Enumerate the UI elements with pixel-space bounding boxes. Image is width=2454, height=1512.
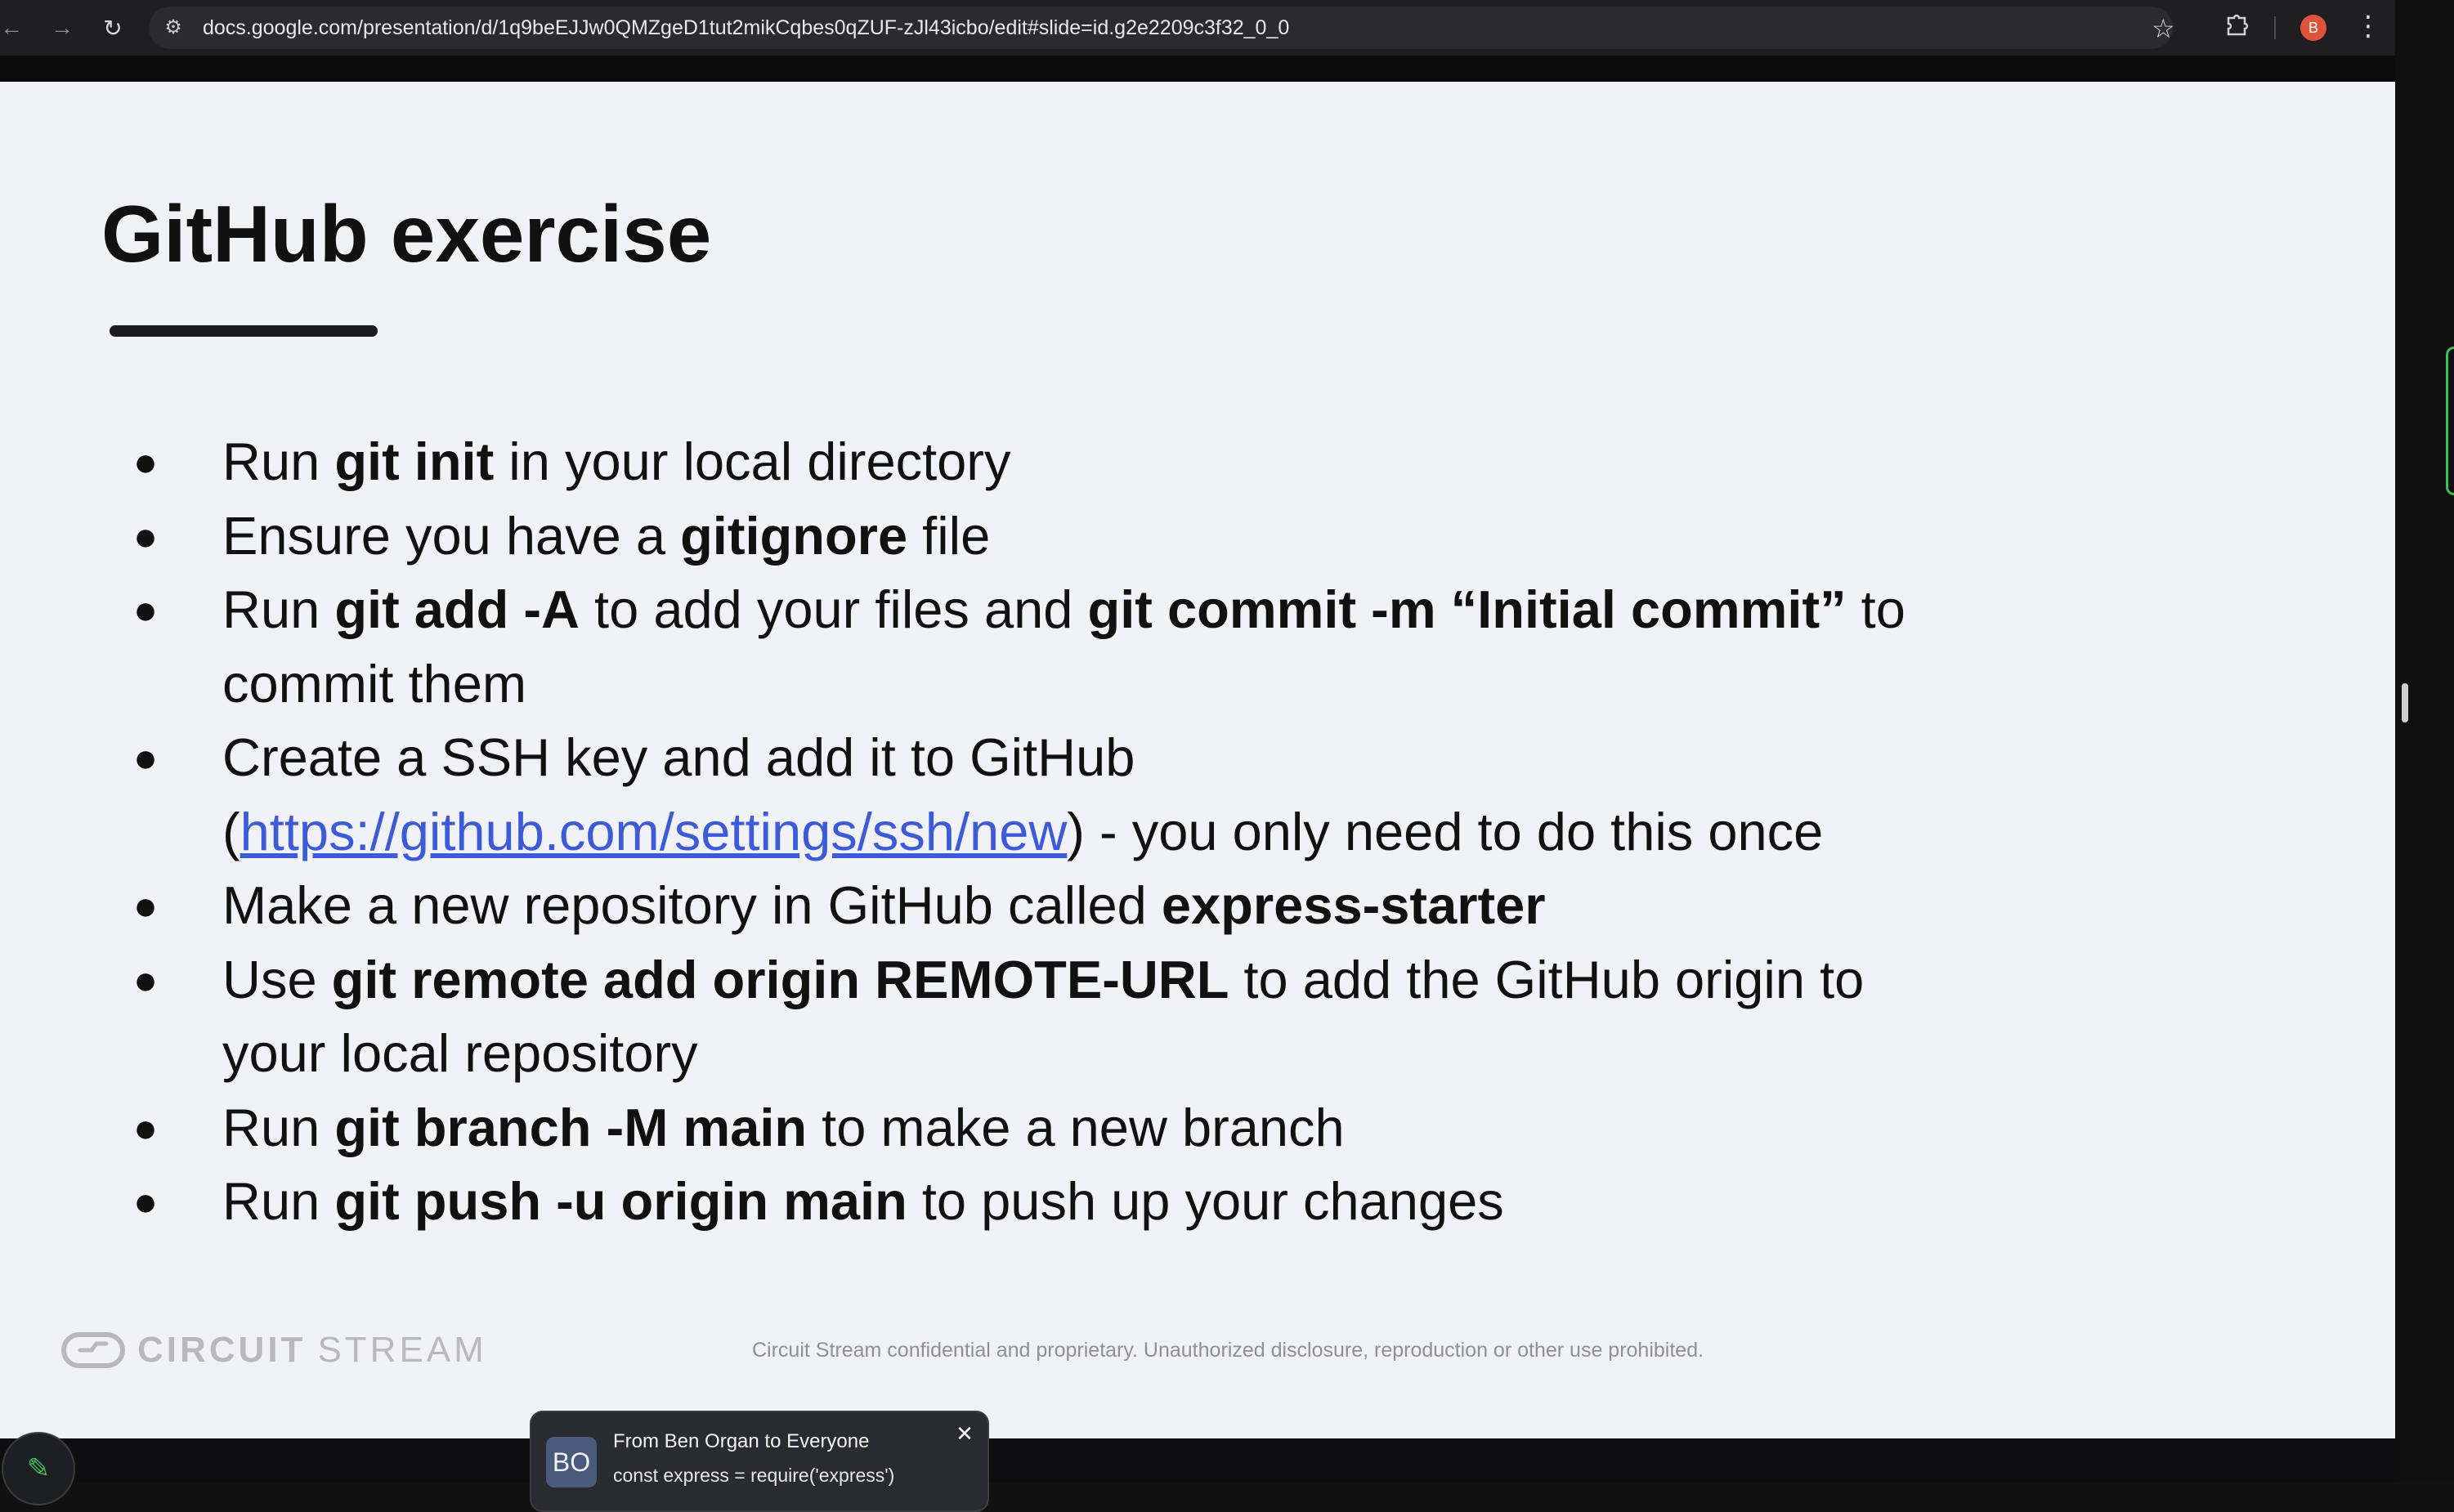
bullet-icon: ●: [132, 512, 159, 559]
text: to add the GitHub origin to: [1229, 949, 1865, 1009]
list-item: ● Run git add -A to add your files and g…: [131, 573, 2223, 721]
text: ) - you only need to do this once: [1067, 801, 1824, 861]
command-text: git add -A: [334, 579, 580, 639]
text: in your local directory: [494, 432, 1011, 491]
text: Run: [222, 1171, 335, 1231]
text: Make a new repository in GitHub called: [222, 875, 1162, 935]
bullet-icon: ●: [132, 883, 159, 928]
text: Use: [222, 949, 332, 1009]
text: to push up your changes: [907, 1171, 1504, 1231]
pencil-icon[interactable]: ✎: [2, 1432, 75, 1505]
confidential-notice: Circuit Stream confidential and propriet…: [752, 1339, 1704, 1362]
list-item: ● Run git branch -M main to make a new b…: [131, 1091, 2223, 1165]
url-text[interactable]: docs.google.com/presentation/d/1q9beEJJw…: [203, 7, 1289, 49]
chat-sender: From Ben Organ to Everyone: [613, 1430, 870, 1452]
bullet-icon: ●: [132, 587, 159, 633]
logo-text-circuit: CIRCUIT: [137, 1330, 307, 1370]
profile-avatar[interactable]: B: [2300, 15, 2326, 41]
command-text: git commit -m “Initial commit”: [1087, 579, 1847, 639]
text: Run: [222, 1097, 335, 1157]
command-text: express-starter: [1161, 875, 1546, 935]
text: to add your files and: [580, 579, 1088, 639]
command-text: gitignore: [680, 505, 908, 566]
bullet-icon: ●: [132, 1179, 159, 1224]
chat-notification[interactable]: BO From Ben Organ to Everyone const expr…: [530, 1411, 989, 1512]
resize-handle[interactable]: [2402, 683, 2408, 722]
list-item: ● Run git push -u origin main to push up…: [131, 1165, 2223, 1239]
text: to: [1846, 579, 1905, 639]
ssh-settings-link[interactable]: https://github.com/settings/ssh/new: [240, 802, 1068, 861]
command-text: git remote add origin REMOTE-URL: [331, 949, 1229, 1009]
right-panel-edge: [2395, 0, 2454, 1483]
star-icon[interactable]: ☆: [2152, 13, 2175, 44]
list-item: ● Run git init in your local directory: [131, 425, 2223, 499]
bullet-list: ● Run git init in your local directory ●…: [131, 425, 2223, 1239]
toolbar-shadow-strip: [0, 56, 2395, 82]
forward-arrow-icon[interactable]: →: [47, 13, 77, 42]
text: your local repository: [222, 1023, 698, 1083]
list-item: ● Use git remote add origin REMOTE-URL t…: [131, 943, 2223, 1091]
bullet-icon: ●: [132, 735, 159, 781]
chat-message: const express = require('express'): [613, 1465, 895, 1486]
circuit-stream-logo: CIRCUIT STREAM: [60, 1327, 487, 1373]
side-panel-tab[interactable]: [2446, 347, 2454, 495]
bullet-icon: ●: [132, 1104, 159, 1151]
tune-icon[interactable]: ⚙: [162, 16, 185, 39]
text: commit them: [222, 653, 527, 714]
text: (: [222, 801, 240, 861]
toolbar-divider: [2274, 16, 2276, 39]
text: file: [907, 505, 991, 566]
list-item: ● Ensure you have a gitignore file: [131, 499, 2223, 574]
back-arrow-icon[interactable]: ←: [0, 13, 26, 42]
command-text: git push -u origin main: [334, 1171, 907, 1231]
bottom-bar: [0, 1438, 2395, 1483]
command-text: git branch -M main: [334, 1097, 808, 1157]
text: Run: [222, 432, 335, 491]
list-item: ● Make a new repository in GitHub called…: [131, 869, 2223, 943]
bullet-icon: ●: [132, 956, 159, 1003]
logo-text-stream: STREAM: [317, 1330, 487, 1370]
reload-icon[interactable]: ↻: [98, 13, 128, 42]
slide-title: GitHub exercise: [101, 189, 712, 279]
text: to make a new branch: [807, 1097, 1345, 1157]
address-bar[interactable]: ⚙ docs.google.com/presentation/d/1q9beEJ…: [149, 7, 2173, 49]
list-item: ● Create a SSH key and add it to GitHub …: [131, 721, 2223, 869]
puzzle-icon[interactable]: [2222, 10, 2251, 39]
text: Create a SSH key and add it to GitHub: [222, 727, 1135, 787]
presentation-slide: GitHub exercise ● Run git init in your l…: [0, 82, 2395, 1438]
text: Run: [222, 579, 335, 639]
command-text: git init: [334, 432, 495, 491]
circuit-logo-icon: [61, 1332, 125, 1368]
bullet-icon: ●: [132, 439, 159, 485]
kebab-menu-icon[interactable]: ⋮: [2354, 11, 2382, 44]
title-underline: [110, 325, 378, 337]
browser-toolbar: ← → ↻ ⚙ docs.google.com/presentation/d/1…: [0, 0, 2395, 56]
close-icon[interactable]: ✕: [952, 1420, 978, 1447]
text: Ensure you have a: [222, 505, 681, 566]
avatar: BO: [546, 1437, 597, 1487]
